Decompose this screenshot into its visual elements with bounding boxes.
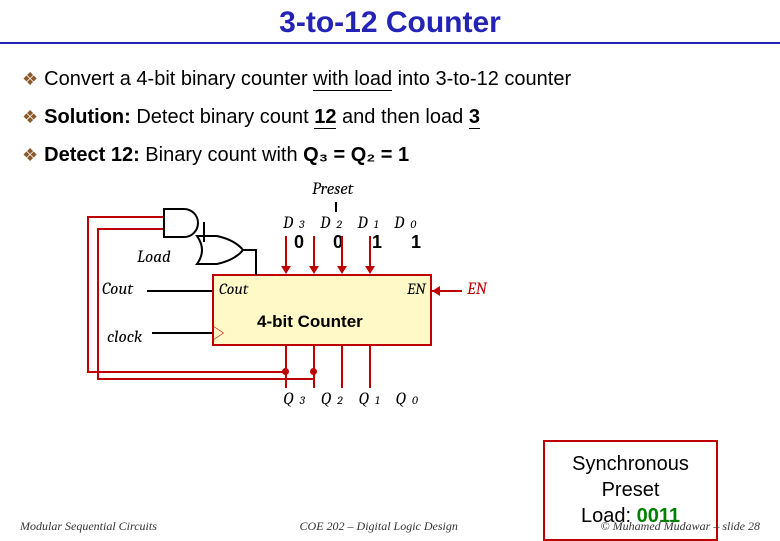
cout-port: Cout [219, 280, 248, 298]
b1-text: Convert a 4-bit binary counter [44, 68, 313, 90]
clock-triangle-fill [214, 327, 223, 339]
b2-u2: 3 [469, 106, 480, 129]
preset-label: Preset [312, 180, 353, 199]
diagram-area: Preset Load D3 D2 D1 D0 0 0 1 1 [22, 180, 758, 460]
b2-text: Detect binary count [131, 106, 314, 128]
d0-label: D0 [391, 214, 419, 233]
footer-center: COE 202 – Digital Logic Design [300, 519, 458, 534]
footer: Modular Sequential Circuits COE 202 – Di… [0, 519, 780, 534]
info-sync: Synchronous [551, 453, 710, 476]
wire [313, 236, 315, 268]
d-input-labels: D3 D2 D1 D0 [277, 214, 422, 233]
wire [369, 236, 371, 268]
wire [97, 228, 99, 380]
load-label: Load [137, 248, 171, 267]
wire [152, 332, 212, 334]
en-port: EN [407, 280, 426, 298]
wire [87, 216, 163, 218]
wire [313, 346, 315, 388]
counter-label: 4-bit Counter [257, 312, 363, 332]
wire [369, 346, 371, 388]
content-area: ❖ Convert a 4-bit binary counter with loa… [0, 44, 780, 460]
b2-label: Solution: [44, 106, 131, 128]
q1-label: Q1 [355, 390, 382, 409]
bullet-icon: ❖ [22, 145, 38, 165]
b1-text2: into 3-to-12 counter [392, 68, 571, 90]
b3-label: Detect 12: [44, 144, 140, 166]
d1-label: D1 [355, 214, 382, 233]
slide-title: 3-to-12 Counter [0, 6, 780, 40]
circuit-diagram: Preset Load D3 D2 D1 D0 0 0 1 1 [67, 180, 487, 440]
d3-label: D3 [280, 214, 307, 233]
footer-left: Modular Sequential Circuits [20, 519, 157, 534]
b2-u1: 12 [314, 106, 336, 129]
wire [285, 236, 287, 268]
en-label: EN [467, 280, 487, 299]
q3-label: Q3 [280, 390, 308, 409]
arrow-icon [432, 286, 440, 296]
b1-underline: with load [313, 68, 392, 91]
b2-mid: and then load [336, 106, 468, 128]
wire [341, 236, 343, 268]
q2-label: Q2 [318, 390, 346, 409]
b3-eq: Q₃ = Q₂ = 1 [303, 144, 409, 166]
wire [341, 346, 343, 388]
d2-label: D2 [317, 214, 345, 233]
bullet-icon: ❖ [22, 107, 38, 127]
junction-dot [310, 368, 317, 375]
wire [335, 202, 337, 212]
arrow-icon [365, 266, 375, 274]
q-output-labels: Q3 Q2 Q1 Q0 [277, 390, 424, 409]
q0-label: Q0 [392, 390, 420, 409]
footer-right: © Muhamed Mudawar – slide 28 [601, 519, 760, 534]
clock-label: clock [107, 328, 142, 347]
title-bar: 3-to-12 Counter [0, 0, 780, 44]
wire [87, 216, 89, 373]
wire [255, 249, 257, 275]
bullet-3: ❖ Detect 12: Binary count with Q₃ = Q₂ = … [22, 142, 758, 168]
wire [147, 290, 212, 292]
wire [87, 371, 287, 373]
arrow-icon [309, 266, 319, 274]
bullet-icon: ❖ [22, 69, 38, 89]
cout-label: Cout [102, 280, 133, 299]
bullet-1: ❖ Convert a 4-bit binary counter with loa… [22, 66, 758, 92]
wire [97, 378, 315, 380]
b3-text: Binary count with [140, 144, 303, 166]
arrow-icon [281, 266, 291, 274]
info-preset: Preset [551, 479, 710, 502]
wire [285, 346, 287, 388]
arrow-icon [337, 266, 347, 274]
wire [203, 222, 205, 242]
wire [97, 228, 163, 230]
bullet-2: ❖ Solution: Detect binary count 12 and th… [22, 104, 758, 130]
